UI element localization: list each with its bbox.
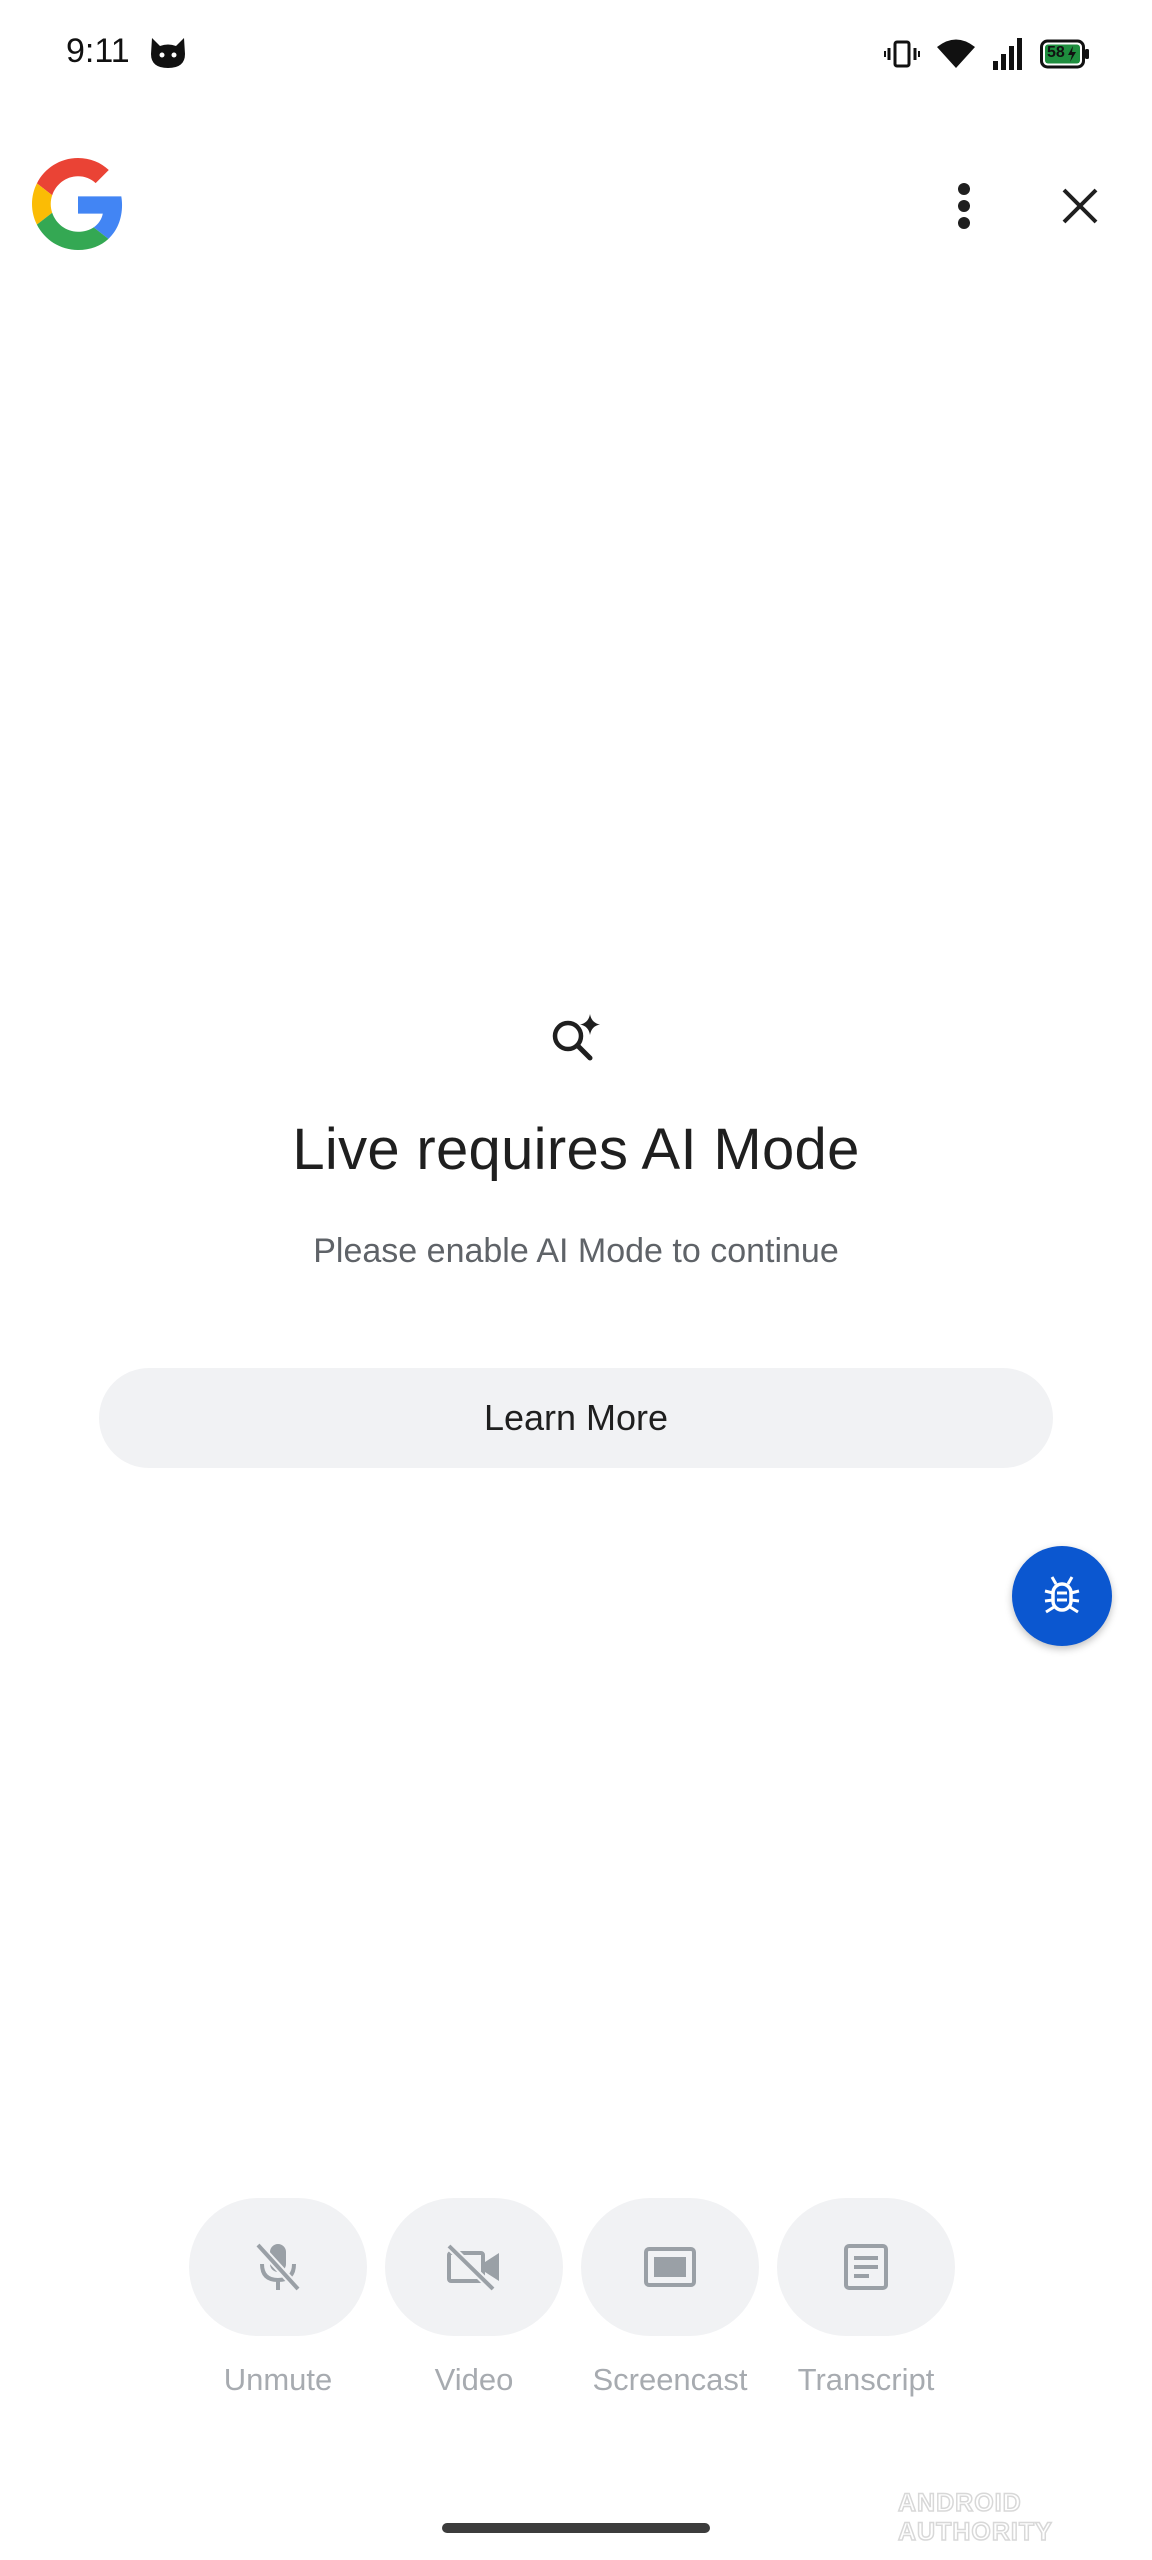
google-logo [32,158,124,250]
wifi-icon [936,38,976,70]
screencast-label: Screencast [592,2362,748,2397]
mic-off-icon [255,2242,301,2292]
page-title: Live requires AI Mode [292,1117,860,1182]
screencast-button[interactable] [581,2198,759,2336]
live-screen: 9:11 58 Live requires AI Mode Please ena… [0,0,1152,2560]
videocam-off-icon [446,2243,499,2291]
search-sparkle-icon [548,1012,604,1068]
signal-icon [992,37,1024,71]
transcript-button[interactable] [777,2198,955,2336]
video-control[interactable]: Video [384,2198,564,2398]
unmute-button[interactable] [189,2198,367,2336]
transcript-control[interactable]: Transcript [776,2198,956,2398]
unmute-control[interactable]: Unmute [188,2198,368,2398]
learn-more-button[interactable]: Learn More [99,1368,1053,1468]
video-button[interactable] [385,2198,563,2336]
close-button[interactable] [1054,180,1106,232]
battery-level: 58 [1047,44,1065,61]
more-options-button[interactable] [938,176,990,236]
video-label: Video [434,2362,514,2397]
watermark: ANDROID AUTHORITY [897,2488,1053,2547]
unmute-label: Unmute [223,2362,333,2397]
status-time: 9:11 [66,32,130,70]
cat-icon [148,36,188,70]
bug-icon [1044,1576,1080,1614]
status-bar: 9:11 58 [0,0,1152,110]
close-icon [1062,188,1098,224]
bug-report-button[interactable] [1012,1546,1112,1646]
vibrate-icon [884,39,920,69]
more-vert-icon [958,183,970,229]
screencast-control[interactable]: Screencast [580,2198,760,2398]
home-indicator[interactable] [442,2523,710,2533]
transcript-label: Transcript [797,2362,935,2397]
screencast-icon [644,2247,696,2287]
battery-charging-icon: 58 [1040,39,1090,69]
transcript-icon [844,2244,888,2290]
page-subtitle: Please enable AI Mode to continue [313,1232,839,1270]
status-icons: 58 [884,34,1090,74]
